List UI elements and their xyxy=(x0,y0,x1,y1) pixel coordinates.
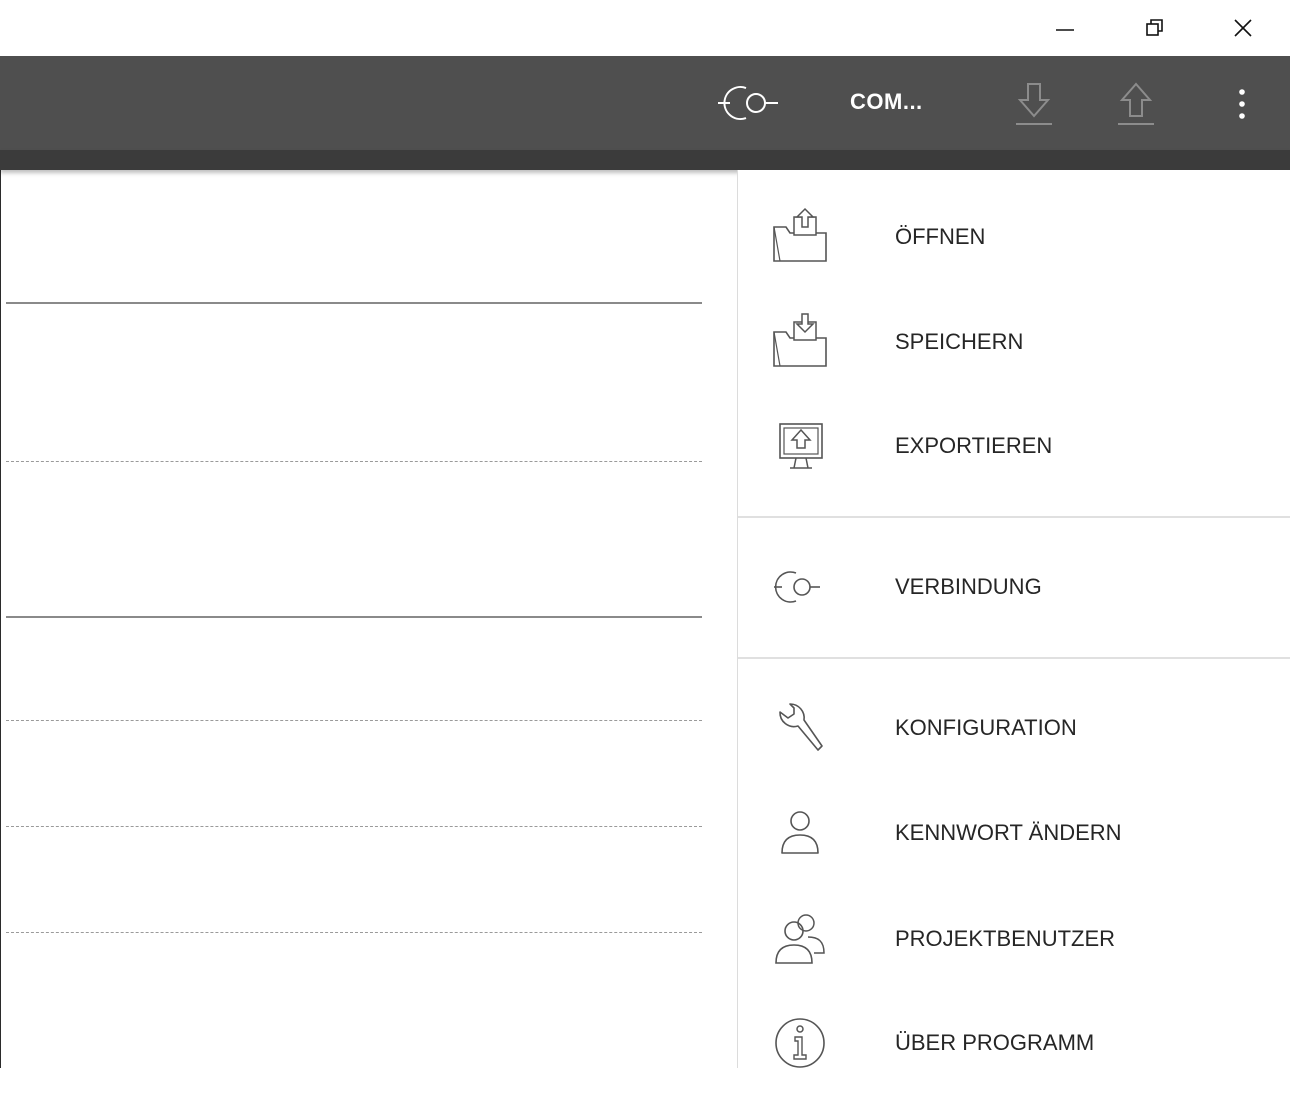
form-divider xyxy=(6,302,702,304)
minimize-icon xyxy=(1056,29,1074,31)
more-vert-icon[interactable] xyxy=(1230,84,1254,124)
folder-save-icon xyxy=(773,313,827,367)
menu-item-label: ÖFFNEN xyxy=(895,224,986,249)
connection-icon[interactable] xyxy=(716,82,802,124)
menu-item-export[interactable]: EXPORTIEREN xyxy=(738,396,1290,496)
connection-label[interactable]: COM... xyxy=(850,89,923,115)
menu-item-change-password[interactable]: KENNWORT ÄNDERN xyxy=(738,783,1290,883)
user-icon xyxy=(781,811,819,854)
menu-item-open[interactable]: ÖFFNEN xyxy=(738,187,1290,287)
form-field-line xyxy=(6,826,702,827)
form-field-line xyxy=(6,932,702,933)
wrench-icon xyxy=(779,703,823,751)
menu-item-label: KONFIGURATION xyxy=(895,715,1077,740)
minimize-button[interactable] xyxy=(1042,8,1088,48)
menu-item-connection[interactable]: VERBINDUNG xyxy=(738,537,1290,637)
menu-separator xyxy=(738,657,1290,659)
download-icon[interactable] xyxy=(1012,78,1056,130)
menu-separator xyxy=(738,516,1290,518)
users-icon xyxy=(775,914,825,964)
close-button[interactable] xyxy=(1220,8,1266,48)
menu-item-label: EXPORTIEREN xyxy=(895,433,1053,458)
info-icon xyxy=(775,1018,825,1068)
overflow-menu: ÖFFNEN SPEICHERN EXPORTIEREN VERBINDUNG … xyxy=(737,170,1290,1068)
form-field-line xyxy=(6,720,702,721)
form-divider xyxy=(6,616,702,618)
close-icon xyxy=(1234,19,1252,37)
menu-item-project-users[interactable]: PROJEKTBENUTZER xyxy=(738,889,1290,989)
menu-item-label: PROJEKTBENUTZER xyxy=(895,926,1116,951)
upload-icon[interactable] xyxy=(1114,78,1158,130)
export-icon xyxy=(779,423,823,469)
menu-item-configuration[interactable]: KONFIGURATION xyxy=(738,678,1290,778)
menu-item-label: ÜBER PROGRAMM xyxy=(895,1030,1095,1055)
form-field-line xyxy=(6,461,702,462)
title-bar xyxy=(0,0,1290,56)
restore-icon xyxy=(1146,19,1163,36)
restore-button[interactable] xyxy=(1132,8,1178,48)
connection-icon xyxy=(774,571,820,603)
menu-item-label: SPEICHERN xyxy=(895,329,1024,354)
menu-item-about[interactable]: ÜBER PROGRAMM xyxy=(738,993,1290,1093)
app-bar xyxy=(0,56,1290,150)
folder-open-icon xyxy=(773,207,827,262)
menu-item-label: KENNWORT ÄNDERN xyxy=(895,820,1122,845)
menu-item-label: VERBINDUNG xyxy=(895,574,1042,599)
menu-item-save[interactable]: SPEICHERN xyxy=(738,292,1290,392)
app-bar-shadow xyxy=(0,150,1290,170)
